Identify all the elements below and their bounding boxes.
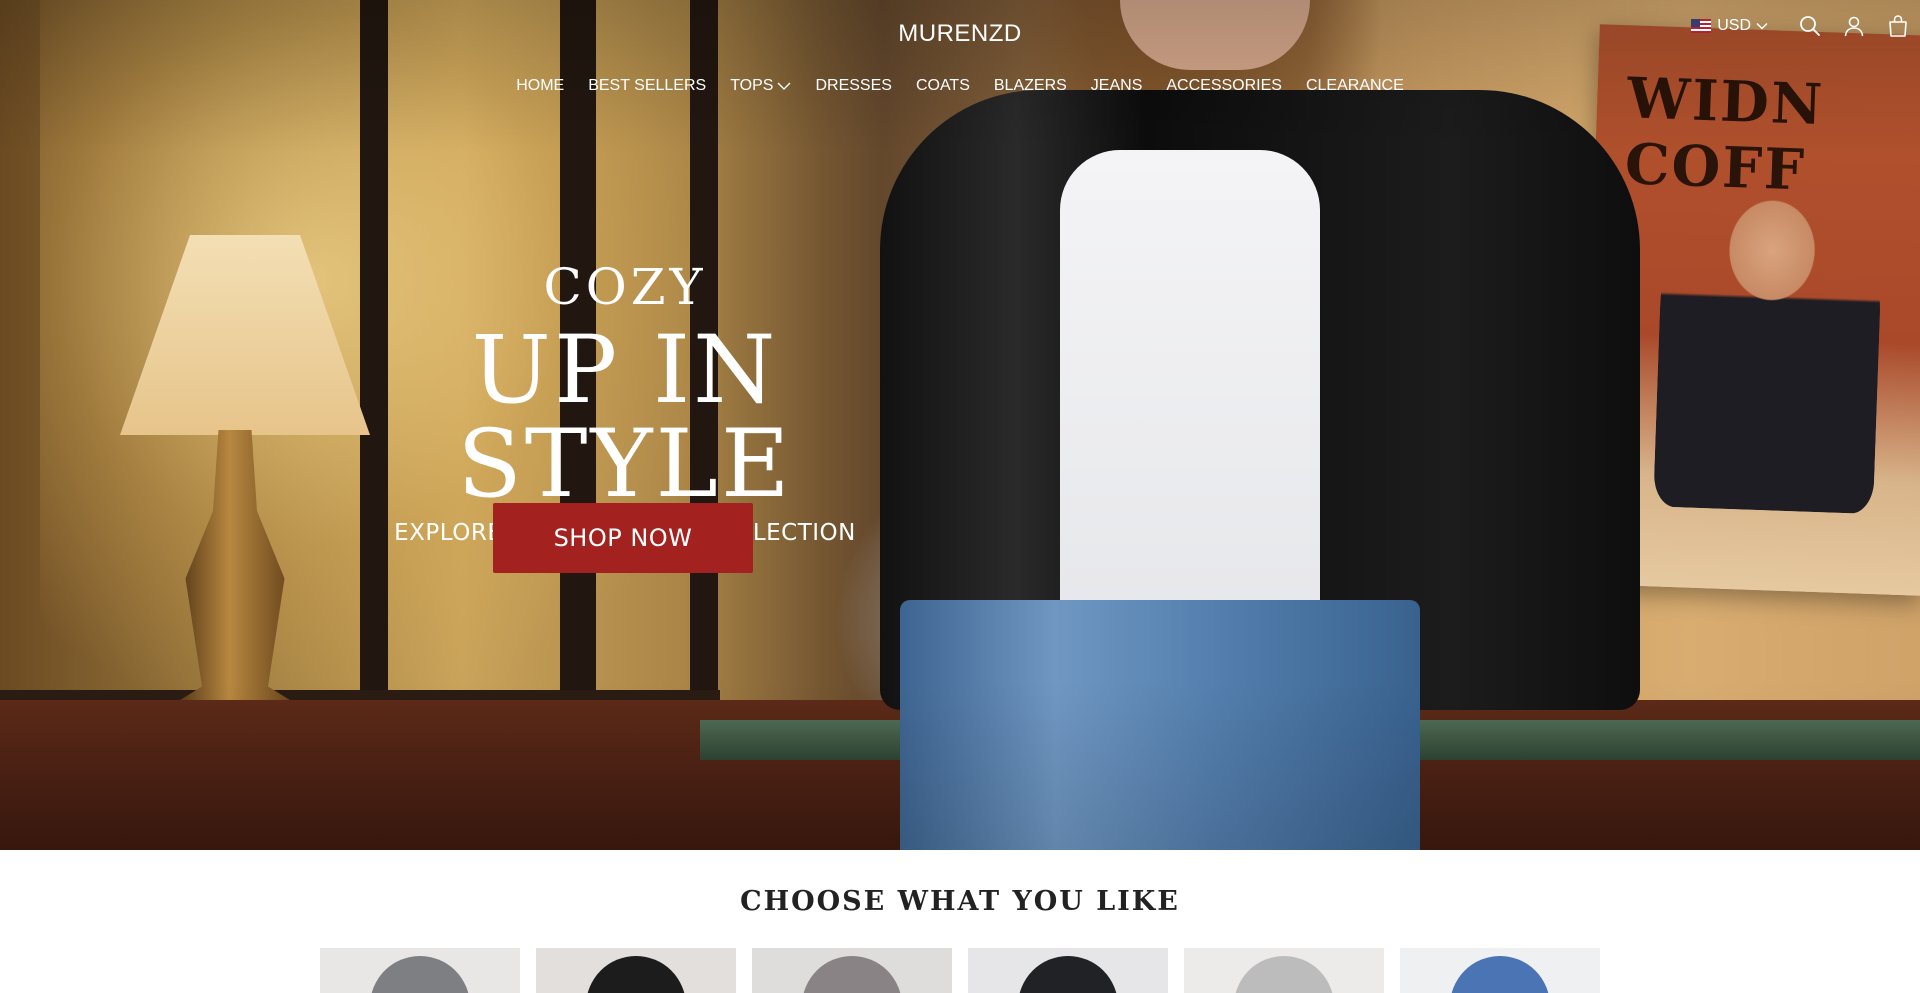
category-card[interactable] [320,948,520,993]
nav-item-clearance[interactable]: CLEARANCE [1294,77,1416,95]
cart-icon[interactable] [1886,14,1910,38]
section-title: CHOOSE WHAT YOU LIKE [740,886,1180,917]
nav-item-coats[interactable]: COATS [904,77,982,95]
hero-banner-image: WIDN COFF [0,0,1920,850]
flag-us-icon [1691,19,1712,33]
category-card[interactable] [1184,948,1384,993]
nav-item-home[interactable]: HOME [504,77,576,95]
nav-item-tops[interactable]: TOPS [718,77,803,95]
nav-item-accessories[interactable]: ACCESSORIES [1154,77,1294,95]
nav-label: HOME [516,77,565,94]
nav-label: BEST SELLERS [588,77,707,94]
nav-label: BLAZERS [993,77,1067,94]
currency-label: USD [1717,17,1751,34]
account-icon[interactable] [1842,14,1866,38]
category-card[interactable] [536,948,736,993]
brand-logo[interactable]: MURENZD [0,20,1920,48]
nav-label: COATS [915,77,970,94]
search-icon[interactable] [1798,14,1822,38]
chevron-down-icon [1756,23,1768,30]
nav-label: DRESSES [815,77,892,94]
header-utilities: USD [1691,14,1920,38]
nav-item-dresses[interactable]: DRESSES [803,77,903,95]
main-nav: HOME BEST SELLERS TOPS DRESSES COATS BLA… [0,77,1920,95]
hero-overlay [0,0,1920,850]
nav-item-best-sellers[interactable]: BEST SELLERS [576,77,718,95]
nav-item-blazers[interactable]: BLAZERS [982,77,1079,95]
nav-label: CLEARANCE [1305,77,1404,94]
hero-eyebrow: COZY [543,258,707,316]
nav-label: ACCESSORIES [1166,77,1282,94]
category-card[interactable] [968,948,1168,993]
hero-headline: UP IN STYLE [457,316,793,519]
shop-now-button[interactable]: SHOP NOW [493,503,753,573]
category-carousel [320,948,1600,993]
category-card[interactable] [1400,948,1600,993]
nav-item-jeans[interactable]: JEANS [1079,77,1155,95]
nav-label: JEANS [1090,77,1143,94]
currency-selector[interactable]: USD [1691,17,1768,35]
category-card[interactable] [752,948,952,993]
nav-label: TOPS [730,77,774,94]
chevron-down-icon [777,82,791,90]
